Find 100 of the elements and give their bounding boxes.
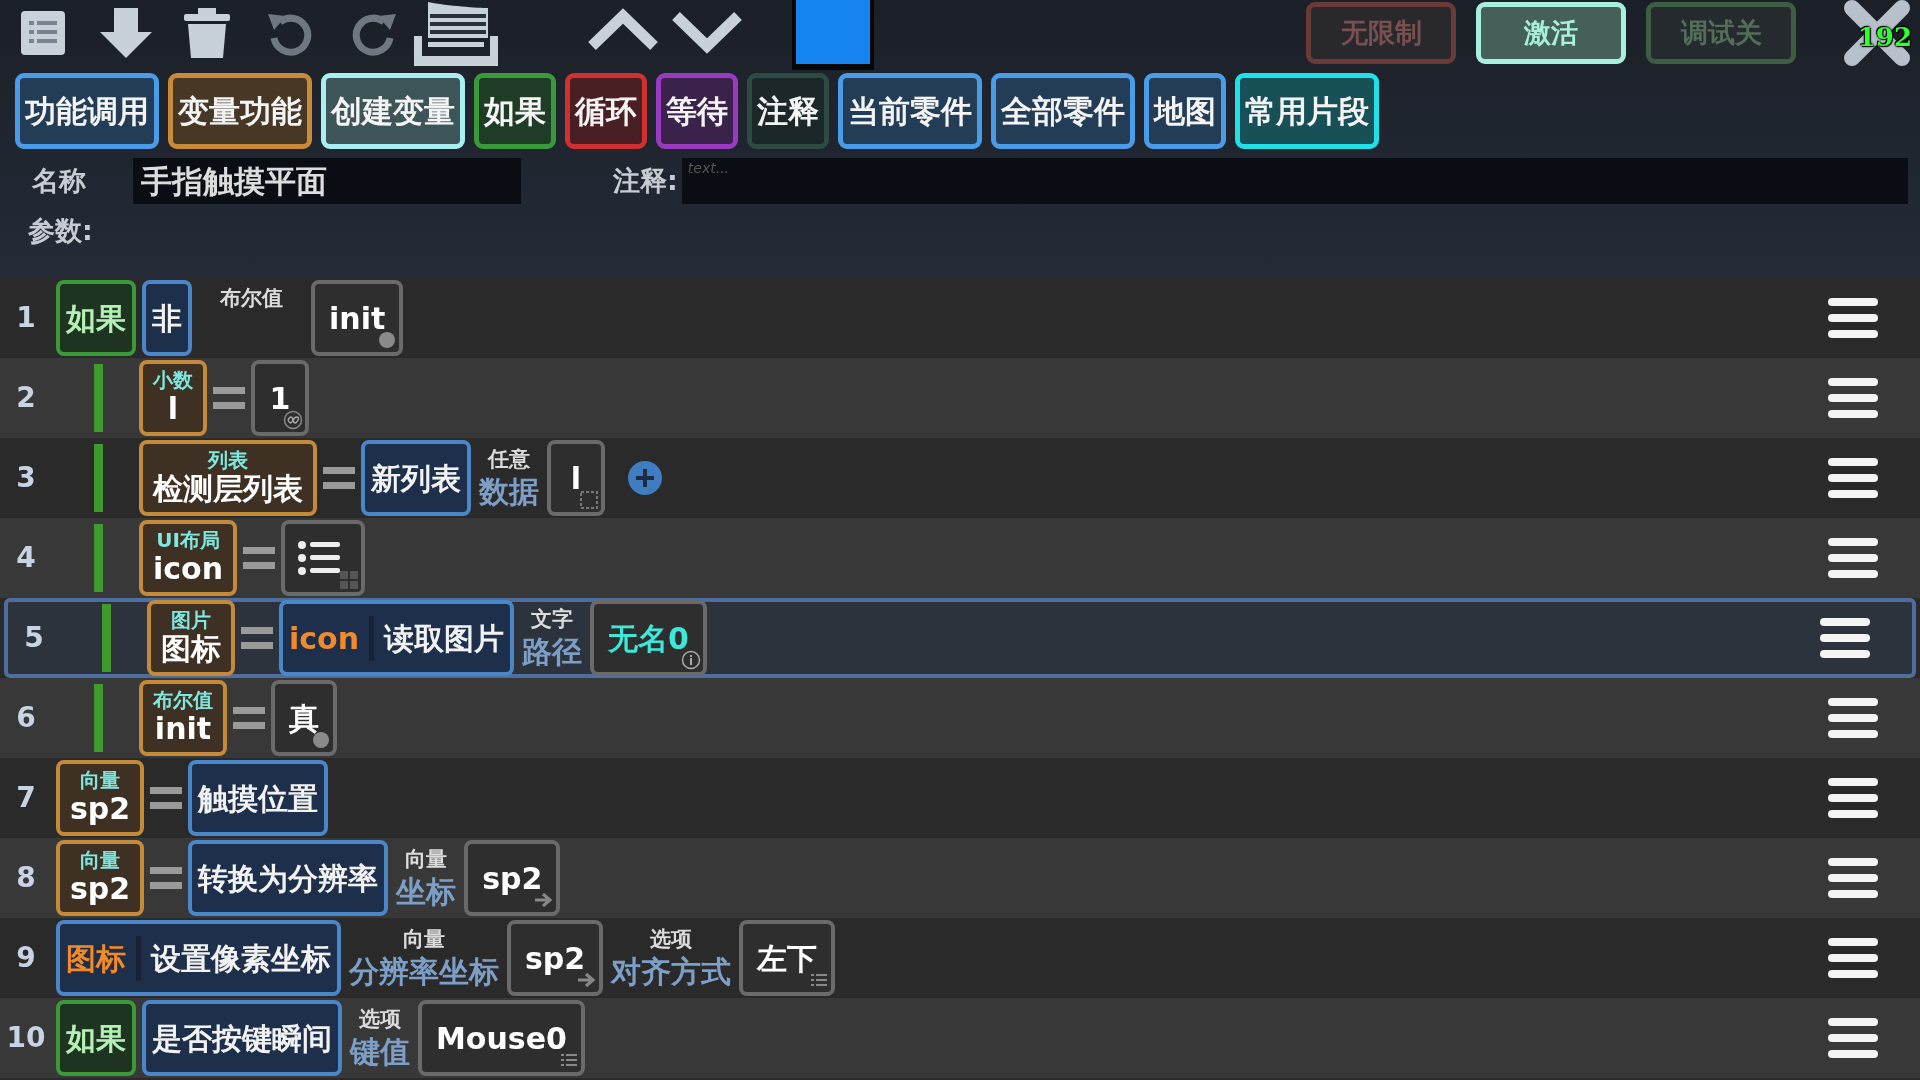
function-block[interactable]: 触摸位置: [188, 760, 329, 836]
variable-name: 检测层列表: [153, 471, 303, 507]
equals-icon: [323, 467, 355, 489]
menu-icon[interactable]: [1828, 1016, 1878, 1060]
comment-field[interactable]: text...: [681, 158, 1908, 204]
category-button[interactable]: 创建变量: [321, 73, 465, 149]
variable-block[interactable]: 向量 sp2: [56, 840, 145, 916]
type-label: 布尔值: [153, 689, 213, 711]
value-text: 无名0: [608, 619, 689, 658]
category-button[interactable]: 功能调用: [15, 73, 159, 149]
value-text: sp2: [482, 859, 543, 898]
line-number: 4: [15, 540, 37, 576]
indent-bar: [94, 444, 103, 512]
menu-icon[interactable]: [1828, 376, 1878, 420]
value-slot[interactable]: 无名0: [590, 600, 707, 676]
grid-icon: [339, 570, 360, 590]
line-number: 2: [15, 380, 37, 416]
slot-icon: [579, 490, 599, 510]
value-text: 1: [269, 379, 291, 418]
category-button[interactable]: 如果: [474, 73, 556, 149]
menu-icon[interactable]: [1820, 616, 1870, 660]
category-button[interactable]: 当前零件: [838, 73, 982, 149]
value-slot[interactable]: l: [547, 440, 605, 516]
variable-name: sp2: [70, 791, 131, 827]
indent-bar: [94, 364, 103, 432]
param-type-label: 布尔值: [219, 285, 284, 313]
menu-icon[interactable]: [1828, 296, 1878, 340]
function-block[interactable]: 新列表: [361, 440, 471, 516]
params-label: 参数:: [28, 213, 93, 248]
value-slot[interactable]: init: [311, 280, 404, 356]
equals-icon: [213, 387, 245, 409]
value-slot[interactable]: 左下: [739, 920, 836, 996]
add-icon[interactable]: [627, 460, 663, 496]
name-label: 名称: [32, 163, 87, 198]
param-type-label: 向量: [403, 926, 445, 954]
value-slot[interactable]: 1: [251, 360, 309, 436]
color-swatch[interactable]: [792, 0, 874, 70]
function-block[interactable]: 非: [142, 280, 192, 356]
variable-block[interactable]: 列表 检测层列表: [139, 440, 317, 516]
line-number: 7: [15, 780, 37, 816]
menu-icon[interactable]: [1828, 456, 1878, 500]
menu-icon[interactable]: [1828, 696, 1878, 740]
param-type-label: 任意: [488, 446, 530, 474]
variable-block[interactable]: 小数 l: [139, 360, 207, 436]
menu-icon[interactable]: [1828, 536, 1878, 580]
tray-icon[interactable]: [414, 2, 498, 66]
list-icon[interactable]: [20, 10, 66, 56]
value-slot[interactable]: sp2: [507, 920, 604, 996]
variable-block[interactable]: UI布局 icon: [139, 520, 238, 596]
param-type-label: 向量: [405, 846, 448, 874]
param-type-label: 选项: [359, 1006, 401, 1034]
infinity-icon: [283, 410, 303, 430]
value-text: Mouse0: [436, 1019, 567, 1058]
info-icon: [680, 650, 701, 670]
category-button[interactable]: 全部零件: [991, 73, 1135, 149]
category-button[interactable]: 注释: [747, 73, 829, 149]
category-button[interactable]: 地图: [1144, 73, 1226, 149]
param-type-label: 文字: [531, 606, 574, 634]
line-number: 1: [15, 300, 37, 336]
value-slot[interactable]: [281, 520, 366, 596]
variable-block[interactable]: 图片 图标: [147, 600, 235, 676]
line-number: 6: [15, 700, 37, 736]
param-name: 坐标: [396, 873, 457, 910]
value-slot[interactable]: sp2: [464, 840, 561, 916]
menu-icon[interactable]: [1828, 936, 1878, 980]
variable-block[interactable]: 向量 sp2: [56, 760, 145, 836]
function-block[interactable]: icon 读取图片: [279, 600, 515, 676]
value-slot[interactable]: Mouse0: [418, 1000, 585, 1076]
value-text: 左下: [757, 939, 818, 978]
line-number: 8: [15, 860, 37, 896]
object-label: 图标: [66, 935, 141, 981]
category-button[interactable]: 循环: [565, 73, 647, 149]
indent-bar: [94, 684, 103, 752]
param-type-label: 选项: [650, 926, 693, 954]
value-slot[interactable]: 真: [271, 680, 337, 756]
indent-bar: [102, 604, 111, 672]
trash-icon[interactable]: [184, 8, 230, 58]
if-block[interactable]: 如果: [56, 280, 136, 356]
if-block[interactable]: 如果: [56, 1000, 136, 1076]
function-block[interactable]: 是否按键瞬间: [142, 1000, 342, 1076]
menu-icon[interactable]: [1828, 776, 1878, 820]
variable-name: init: [154, 711, 212, 747]
indent-bar: [94, 524, 103, 592]
value-text: sp2: [525, 939, 586, 978]
object-label: icon: [289, 615, 375, 661]
function-block[interactable]: 转换为分辨率: [188, 840, 389, 916]
variable-name: 图标: [161, 631, 221, 667]
menu-icon[interactable]: [1828, 856, 1878, 900]
function-block[interactable]: 图标 设置像素坐标: [56, 920, 341, 996]
dot-icon: [377, 330, 398, 350]
name-field[interactable]: 手指触摸平面: [133, 158, 521, 204]
mode-button[interactable]: 激活: [1476, 2, 1626, 64]
category-button[interactable]: 常用片段: [1235, 73, 1379, 149]
param-name: 数据: [479, 473, 539, 510]
type-label: UI布局: [156, 529, 220, 551]
category-button[interactable]: 变量功能: [168, 73, 312, 149]
category-button[interactable]: 等待: [656, 73, 738, 149]
variable-block[interactable]: 布尔值 init: [139, 680, 227, 756]
value-text: init: [329, 299, 386, 338]
download-icon[interactable]: [100, 8, 152, 58]
